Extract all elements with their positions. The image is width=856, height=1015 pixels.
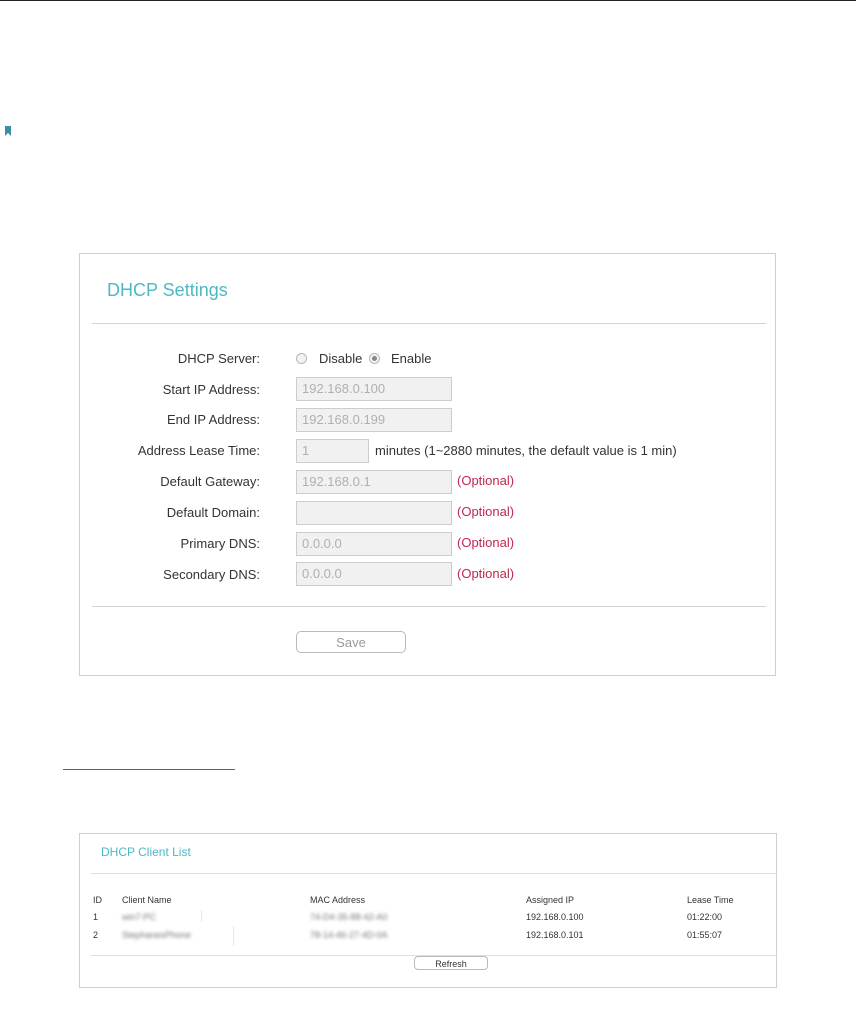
divider <box>92 606 766 607</box>
column-header-lease-time: Lease Time <box>687 895 734 905</box>
row-id: 2 <box>93 930 99 940</box>
refresh-button[interactable]: Refresh <box>414 956 488 970</box>
top-rule <box>0 0 856 1</box>
lease-time-field[interactable]: 1 <box>296 439 369 463</box>
dhcp-client-list-panel: DHCP Client List ID Client Name MAC Addr… <box>79 833 777 988</box>
radio-enable-label[interactable]: Enable <box>391 351 431 366</box>
divider <box>91 873 777 874</box>
row-lease-time: 01:55:07 <box>687 930 723 940</box>
secondary-dns-label: Secondary DNS: <box>163 567 260 582</box>
row-assigned-ip: 192.168.0.101 <box>526 930 584 940</box>
row-id: 1 <box>93 912 99 922</box>
column-divider <box>201 910 202 922</box>
divider <box>92 323 766 324</box>
client-list-title: DHCP Client List <box>101 845 191 859</box>
default-domain-field[interactable] <box>296 501 452 525</box>
end-ip-label: End IP Address: <box>167 412 260 427</box>
row-mac: 78-14-46-27-4D-0A <box>310 930 388 940</box>
start-ip-field[interactable]: 192.168.0.100 <box>296 377 452 401</box>
column-header-id: ID <box>93 895 102 905</box>
radio-disable[interactable] <box>296 353 307 364</box>
column-divider <box>233 926 234 946</box>
row-lease-time: 01:22:00 <box>687 912 723 922</box>
optional-note: (Optional) <box>457 473 515 488</box>
end-ip-field[interactable]: 192.168.0.199 <box>296 408 452 432</box>
optional-note: (Optional) <box>457 504 515 519</box>
default-domain-label: Default Domain: <box>166 505 260 520</box>
default-gateway-label: Default Gateway: <box>160 474 260 489</box>
row-assigned-ip: 192.168.0.100 <box>526 912 584 922</box>
row-client-name: win7-PC <box>122 912 157 922</box>
optional-note: (Optional) <box>457 566 515 581</box>
save-button[interactable]: Save <box>296 631 406 653</box>
lease-time-note: minutes (1~2880 minutes, the default val… <box>375 443 677 458</box>
start-ip-label: Start IP Address: <box>162 382 260 397</box>
primary-dns-field[interactable]: 0.0.0.0 <box>296 532 452 556</box>
dhcp-settings-panel: DHCP Settings DHCP Server: Disable Enabl… <box>79 253 776 676</box>
optional-note: (Optional) <box>457 535 515 550</box>
panel-title: DHCP Settings <box>107 280 228 300</box>
radio-enable[interactable] <box>369 353 380 364</box>
column-header-client-name: Client Name <box>122 895 172 905</box>
row-mac: 74-D4-35-88-42-A0 <box>310 912 388 922</box>
lease-time-label: Address Lease Time: <box>137 443 260 458</box>
secondary-dns-field[interactable]: 0.0.0.0 <box>296 562 452 586</box>
bookmark-icon <box>5 126 11 136</box>
row-client-name: StephanesPhone <box>122 930 192 940</box>
dhcp-server-label: DHCP Server: <box>177 351 260 366</box>
primary-dns-label: Primary DNS: <box>180 536 260 551</box>
link-underline <box>63 769 235 770</box>
default-gateway-field[interactable]: 192.168.0.1 <box>296 470 452 494</box>
radio-disable-label[interactable]: Disable <box>319 351 362 366</box>
column-header-assigned-ip: Assigned IP <box>526 895 575 905</box>
column-header-mac: MAC Address <box>310 895 366 905</box>
